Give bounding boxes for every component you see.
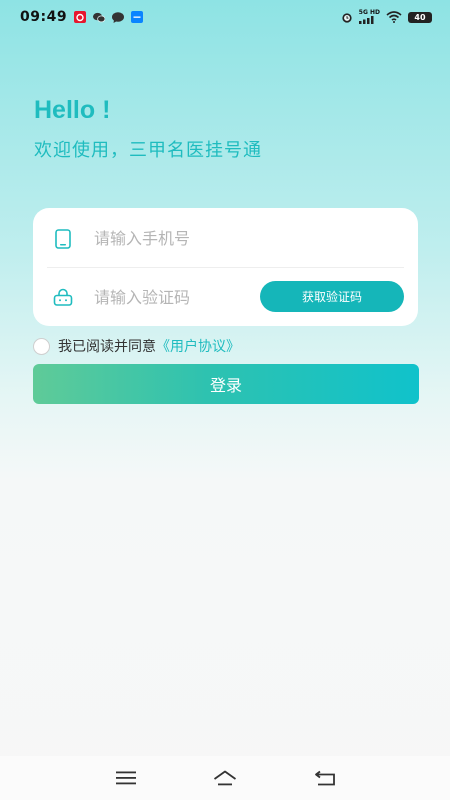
phone-input[interactable] bbox=[94, 229, 254, 248]
code-row: 获取验证码 bbox=[47, 268, 404, 326]
message-icon bbox=[112, 11, 125, 23]
back-icon[interactable] bbox=[313, 768, 337, 788]
login-button[interactable]: 登录 bbox=[33, 364, 419, 404]
zhihu-icon bbox=[131, 11, 144, 23]
code-input[interactable] bbox=[94, 287, 254, 307]
phone-row bbox=[47, 210, 404, 268]
signal-icon: 5G HD bbox=[358, 10, 380, 24]
home-icon[interactable] bbox=[213, 768, 237, 788]
battery-icon: 40 bbox=[408, 11, 432, 23]
user-agreement-link[interactable]: 《用户协议》 bbox=[156, 336, 240, 356]
system-nav-bar bbox=[0, 756, 450, 800]
wechat-icon bbox=[93, 11, 106, 23]
wifi-icon bbox=[386, 11, 402, 23]
alarm-icon bbox=[341, 11, 353, 23]
menu-icon[interactable] bbox=[114, 768, 138, 788]
agreement-text: 我已阅读并同意 bbox=[58, 339, 156, 355]
lock-icon bbox=[50, 284, 76, 310]
status-time: 09:49 bbox=[20, 9, 68, 25]
status-bar: 09:49 5G HD 40 bbox=[0, 0, 450, 34]
phone-icon bbox=[50, 226, 76, 252]
login-form-card: 获取验证码 bbox=[33, 208, 418, 326]
status-left: 09:49 bbox=[20, 9, 144, 25]
agreement-checkbox[interactable] bbox=[33, 337, 50, 355]
status-right: 5G HD 40 bbox=[341, 10, 432, 24]
get-code-button[interactable]: 获取验证码 bbox=[260, 281, 404, 312]
weibo-icon bbox=[74, 11, 87, 23]
greeting-title: Hello ! bbox=[34, 96, 111, 124]
agreement-row: 我已阅读并同意 《用户协议》 bbox=[33, 336, 240, 356]
welcome-subtitle: 欢迎使用，三甲名医挂号通 bbox=[34, 140, 262, 161]
